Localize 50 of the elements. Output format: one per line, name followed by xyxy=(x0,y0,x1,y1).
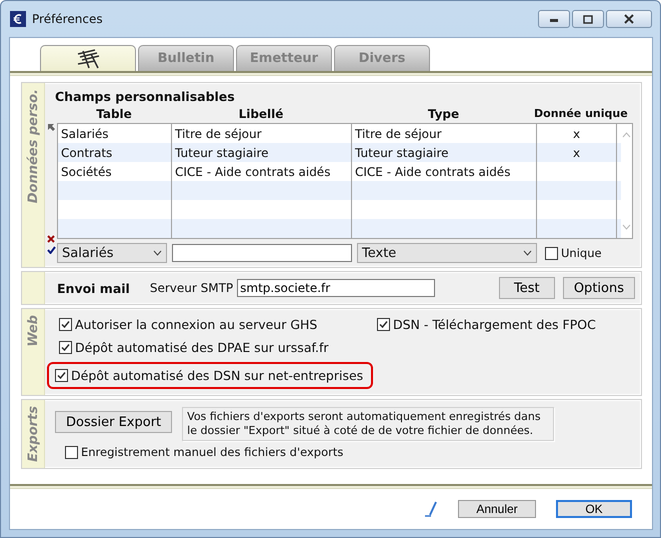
delete-icon[interactable] xyxy=(47,235,55,243)
dialog-button[interactable]: Annuler xyxy=(458,500,536,518)
validate-icon[interactable] xyxy=(46,246,56,254)
window-title: Préférences xyxy=(32,12,103,26)
section-label: Exports xyxy=(26,405,40,464)
close-icon xyxy=(623,14,635,24)
table-cell: x xyxy=(572,146,580,160)
table-dropdown[interactable]: Salariés xyxy=(57,243,167,263)
section-label: Données perso. xyxy=(26,88,40,206)
deck-chair-icon xyxy=(75,48,101,70)
checkbox[interactable] xyxy=(59,318,72,331)
minimize-button[interactable] xyxy=(538,10,570,28)
column-header: Table xyxy=(95,107,133,123)
maximize-icon xyxy=(583,14,593,24)
checkbox[interactable] xyxy=(59,341,72,354)
mail-button[interactable]: Test xyxy=(498,277,555,299)
table-cell: x xyxy=(572,126,580,140)
side-strip xyxy=(22,272,45,304)
checkbox[interactable] xyxy=(545,246,558,260)
checkbox-label: Dépôt automatisé des DPAE sur urssaf.fr xyxy=(75,340,328,355)
checkbox-label: Autoriser la connexion au serveur GHS xyxy=(75,317,318,332)
chevron-icon xyxy=(153,250,162,256)
checkbox-label: Enregistrement manuel des fichiers d'exports xyxy=(81,445,344,459)
smtp-input[interactable]: smtp.societe.fr xyxy=(237,279,436,297)
section-title: Champs personnalisables xyxy=(55,89,236,104)
tab[interactable] xyxy=(40,45,136,71)
dialog-button[interactable]: OK xyxy=(556,500,632,518)
section-label: Web xyxy=(26,314,40,349)
type-dropdown[interactable]: Texte xyxy=(357,243,537,263)
mail-button[interactable]: Options xyxy=(562,277,635,299)
column-header: Donnée unique xyxy=(534,107,628,122)
section-title: Envoi mail xyxy=(57,280,130,296)
checkbox-label: Dépôt automatisé des DSN sur net-entreprises xyxy=(71,368,364,383)
checkbox[interactable] xyxy=(377,318,390,331)
checkbox-label: Unique xyxy=(561,246,602,260)
pointer-icon xyxy=(48,124,54,131)
checkbox[interactable] xyxy=(65,446,78,458)
maximize-button[interactable] xyxy=(572,10,604,28)
close-button[interactable] xyxy=(606,10,652,28)
chevron-icon xyxy=(523,250,532,256)
smtp-label: Serveur SMTP xyxy=(150,281,234,295)
label-input[interactable] xyxy=(172,244,352,262)
info-note: Vos fichiers d'exports seront automatiquement enregistrés dans le dossier "Export" situé à coté de de votre fichier de données. xyxy=(182,407,554,441)
checkbox-label: DSN - Téléchargement des FPOC xyxy=(393,317,596,332)
euro-icon xyxy=(10,11,26,27)
column-header: Libellé xyxy=(238,107,284,123)
column-header: Type xyxy=(426,107,460,123)
pen-icon[interactable] xyxy=(424,501,438,517)
checkbox[interactable] xyxy=(55,369,68,382)
export-folder-button[interactable]: Dossier Export xyxy=(55,411,172,433)
